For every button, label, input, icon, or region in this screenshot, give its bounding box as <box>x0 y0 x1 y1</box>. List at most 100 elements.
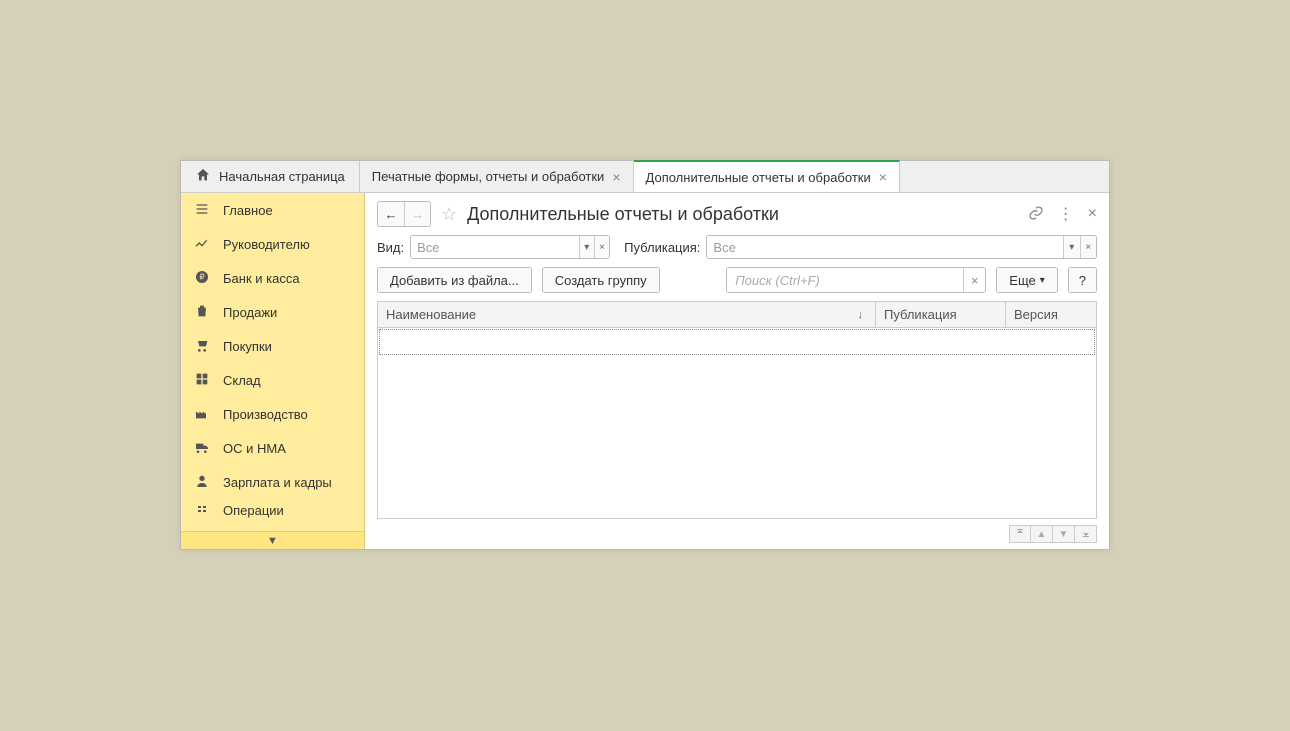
sidebar-item-label: Операции <box>223 503 284 518</box>
page-title: Дополнительные отчеты и обработки <box>467 204 1022 225</box>
sidebar-item-label: Главное <box>223 203 273 218</box>
close-icon: × <box>1085 242 1091 253</box>
cart-icon <box>193 337 211 356</box>
data-grid: Наименование ↓ Публикация Версия <box>377 301 1097 519</box>
bag-icon <box>193 303 211 322</box>
factory-icon <box>193 405 211 424</box>
grid-header: Наименование ↓ Публикация Версия <box>378 302 1096 328</box>
menu-icon <box>193 201 211 220</box>
tab-label: Дополнительные отчеты и обработки <box>646 170 871 185</box>
favorite-button[interactable]: ☆ <box>437 204 461 225</box>
tabs-bar: Начальная страница Печатные формы, отчет… <box>181 161 1109 193</box>
scroll-down-button[interactable]: ▼ <box>1053 525 1075 543</box>
title-actions: ⋮ × <box>1028 204 1097 224</box>
dropdown-button[interactable]: ▾ <box>1063 236 1080 258</box>
help-button[interactable]: ? <box>1068 267 1097 293</box>
filter-kind-combo[interactable]: ▾ × <box>410 235 610 259</box>
filter-row: Вид: ▾ × Публикация: ▾ × <box>377 235 1097 259</box>
search-input[interactable] <box>727 268 963 292</box>
scroll-top-button[interactable] <box>1009 525 1031 543</box>
sidebar-item-production[interactable]: Производство <box>181 397 364 431</box>
filter-kind-input[interactable] <box>411 236 579 258</box>
link-button[interactable] <box>1028 205 1044 224</box>
arrow-right-icon: → <box>411 207 424 222</box>
sidebar-item-label: Продажи <box>223 305 277 320</box>
search-box[interactable]: × <box>726 267 986 293</box>
button-label: Добавить из файла... <box>390 273 519 288</box>
sidebar-item-label: Склад <box>223 373 261 388</box>
trend-icon <box>193 235 211 254</box>
arrow-left-icon: ← <box>384 207 397 222</box>
sidebar-item-main[interactable]: Главное <box>181 193 364 227</box>
column-header-version[interactable]: Версия <box>1006 302 1096 327</box>
double-down-icon <box>1080 527 1092 542</box>
person-icon <box>193 473 211 492</box>
filter-pub-combo[interactable]: ▾ × <box>706 235 1097 259</box>
tab-label: Печатные формы, отчеты и обработки <box>372 169 605 184</box>
more-menu-button[interactable]: ⋮ <box>1058 204 1074 224</box>
app-window: Начальная страница Печатные формы, отчет… <box>180 160 1110 550</box>
column-label: Версия <box>1014 307 1058 322</box>
sidebar-item-bank[interactable]: ₽ Банк и касса <box>181 261 364 295</box>
grid-body[interactable] <box>378 328 1096 518</box>
sidebar-item-label: Руководителю <box>223 237 310 252</box>
sidebar-item-purchases[interactable]: Покупки <box>181 329 364 363</box>
sidebar-expand-button[interactable]: ▼ <box>181 531 364 549</box>
triangle-up-icon: ▲ <box>1037 529 1047 540</box>
sort-down-icon: ↓ <box>858 309 868 321</box>
button-label: Создать группу <box>555 273 647 288</box>
sidebar-item-warehouse[interactable]: Склад <box>181 363 364 397</box>
column-label: Наименование <box>386 307 476 322</box>
sidebar-item-sales[interactable]: Продажи <box>181 295 364 329</box>
search-clear-button[interactable]: × <box>963 268 985 292</box>
forward-button[interactable]: → <box>404 202 430 226</box>
toolbar: Добавить из файла... Создать группу × Ещ… <box>377 267 1097 293</box>
table-row[interactable] <box>379 329 1095 355</box>
sidebar-item-label: Зарплата и кадры <box>223 475 332 490</box>
column-label: Публикация <box>884 307 957 322</box>
truck-icon <box>193 439 211 458</box>
chevron-down-icon: ▾ <box>584 242 589 253</box>
scroll-bottom-button[interactable] <box>1075 525 1097 543</box>
dropdown-button[interactable]: ▾ <box>579 236 594 258</box>
chevron-down-icon: ▾ <box>1040 275 1045 286</box>
filter-kind-label: Вид: <box>377 240 404 255</box>
filter-pub-input[interactable] <box>707 236 1063 258</box>
close-icon: × <box>1088 205 1097 222</box>
grid-navigation: ▲ ▼ <box>377 525 1097 543</box>
kebab-icon: ⋮ <box>1058 206 1074 223</box>
sidebar-item-assets[interactable]: ОС и НМА <box>181 431 364 465</box>
sidebar-item-manager[interactable]: Руководителю <box>181 227 364 261</box>
operations-icon <box>193 503 211 518</box>
close-icon[interactable]: × <box>612 170 620 184</box>
home-tab-label: Начальная страница <box>219 169 345 184</box>
add-from-file-button[interactable]: Добавить из файла... <box>377 267 532 293</box>
column-header-publication[interactable]: Публикация <box>876 302 1006 327</box>
clear-button[interactable]: × <box>1080 236 1097 258</box>
tab-print-forms[interactable]: Печатные формы, отчеты и обработки × <box>360 161 634 192</box>
create-group-button[interactable]: Создать группу <box>542 267 660 293</box>
scroll-up-button[interactable]: ▲ <box>1031 525 1053 543</box>
star-icon: ☆ <box>441 204 457 224</box>
body: Главное Руководителю ₽ Банк и касса <box>181 193 1109 549</box>
column-header-name[interactable]: Наименование ↓ <box>378 302 876 327</box>
filter-pub-label: Публикация: <box>624 240 700 255</box>
main-pane: ← → ☆ Дополнительные отчеты и обработки … <box>365 193 1109 549</box>
ruble-icon: ₽ <box>193 269 211 288</box>
nav-buttons: ← → <box>377 201 431 227</box>
title-row: ← → ☆ Дополнительные отчеты и обработки … <box>377 201 1097 227</box>
back-button[interactable]: ← <box>378 202 404 226</box>
sidebar-item-operations[interactable]: Операции <box>181 499 364 521</box>
grid-icon <box>193 371 211 390</box>
close-icon[interactable]: × <box>879 170 887 184</box>
sidebar-scroll: Главное Руководителю ₽ Банк и касса <box>181 193 364 531</box>
more-button[interactable]: Еще ▾ <box>996 267 1057 293</box>
sidebar-item-label: ОС и НМА <box>223 441 286 456</box>
tab-additional-reports[interactable]: Дополнительные отчеты и обработки × <box>634 160 900 192</box>
close-icon: × <box>971 273 979 288</box>
clear-button[interactable]: × <box>594 236 609 258</box>
home-tab[interactable]: Начальная страница <box>181 161 360 192</box>
sidebar-item-hr[interactable]: Зарплата и кадры <box>181 465 364 499</box>
close-pane-button[interactable]: × <box>1088 205 1097 223</box>
home-icon <box>195 167 211 186</box>
